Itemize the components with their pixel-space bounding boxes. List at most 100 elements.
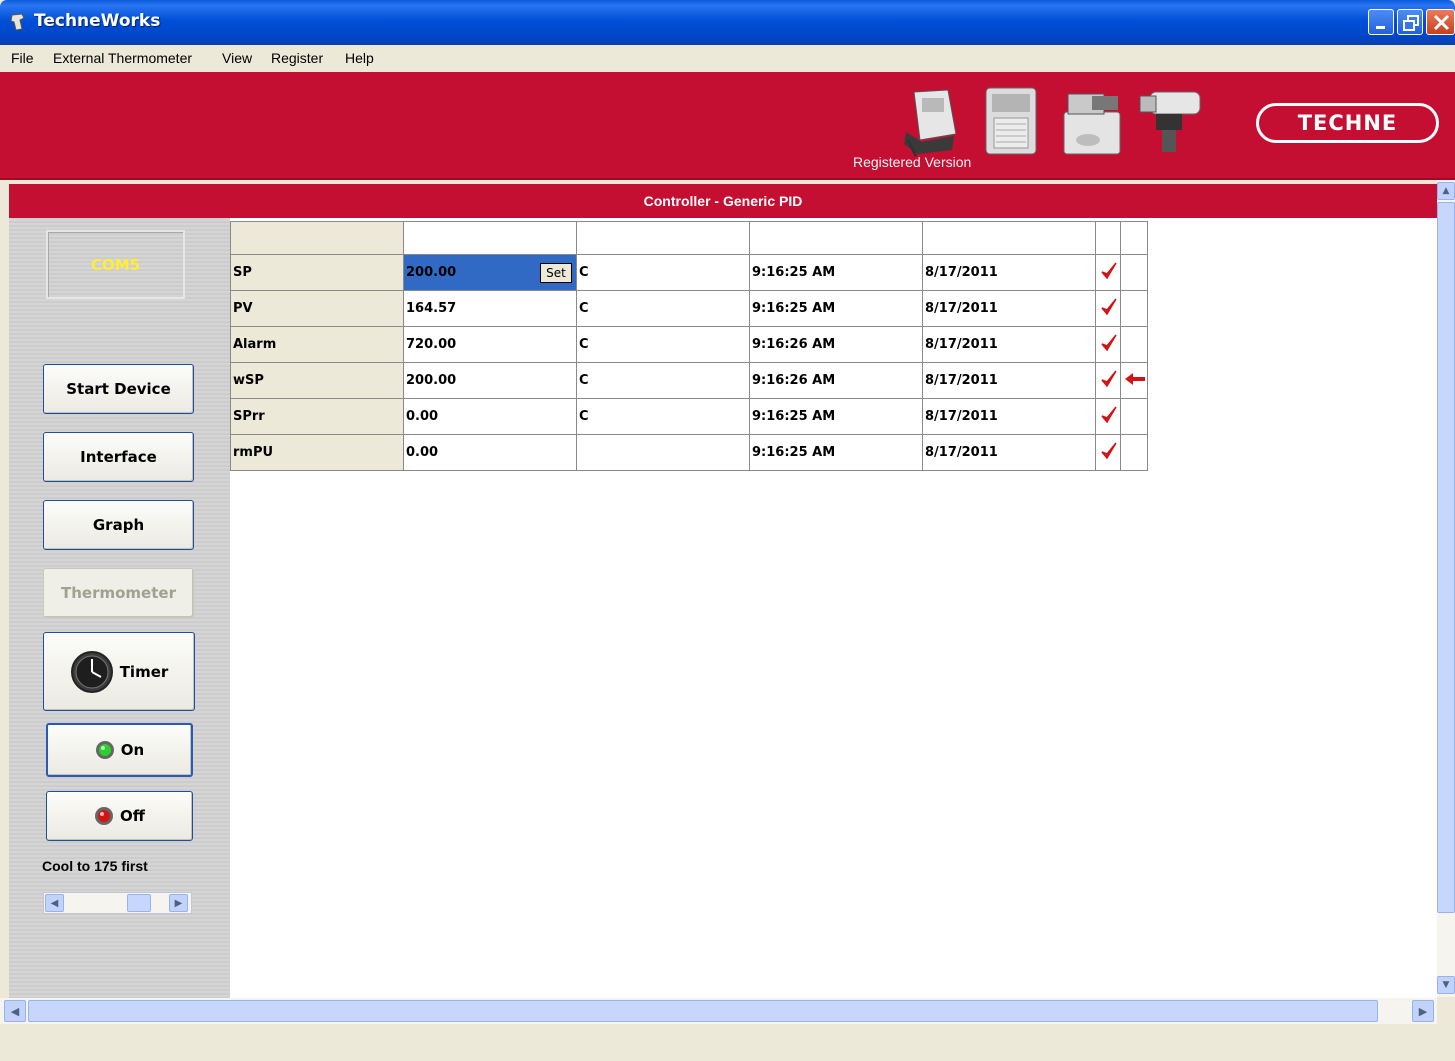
header-cell bbox=[749, 221, 923, 255]
indicator-cell bbox=[1120, 362, 1148, 399]
cool-to-label: Cool to 175 first bbox=[42, 858, 148, 874]
param-name-cell: SP bbox=[230, 254, 404, 291]
vertical-scroll-thumb[interactable] bbox=[1437, 202, 1455, 913]
param-value-cell[interactable]: 720.00 bbox=[403, 326, 577, 363]
parameter-grid: SP 200.00 Set C 9:16:25 AM 8/17/2011 PV 164.57 C… bbox=[230, 221, 1148, 471]
close-button[interactable] bbox=[1426, 9, 1455, 35]
param-value-cell[interactable]: 164.57 bbox=[403, 290, 577, 327]
start-device-label: Start Device bbox=[66, 380, 171, 398]
param-date-cell: 8/17/2011 bbox=[922, 254, 1096, 291]
red-led-icon bbox=[95, 807, 114, 825]
vertical-scrollbar[interactable]: ▲ ▼ bbox=[1437, 180, 1455, 997]
table-row: wSP 200.00 C 9:16:26 AM 8/17/2011 bbox=[230, 362, 1148, 399]
scroll-left-arrow-icon[interactable]: ◀ bbox=[4, 1000, 26, 1022]
param-name-cell: Alarm bbox=[230, 326, 404, 363]
horizontal-scrollbar[interactable]: ◀ ▶ bbox=[0, 998, 1437, 1024]
scroll-right-arrow-icon[interactable]: ▶ bbox=[1412, 1000, 1434, 1022]
param-unit-cell: C bbox=[576, 362, 750, 399]
dry-block-product-image bbox=[904, 89, 957, 157]
horizontal-scroll-thumb[interactable] bbox=[28, 1000, 1378, 1022]
indicator-cell bbox=[1120, 254, 1148, 291]
param-date-cell: 8/17/2011 bbox=[922, 290, 1096, 327]
left-arrow-icon bbox=[1125, 372, 1145, 385]
param-value: 200.00 bbox=[406, 373, 457, 388]
param-time-cell: 9:16:25 AM bbox=[749, 434, 923, 471]
param-unit-cell: C bbox=[576, 326, 750, 363]
param-value: 200.00 bbox=[406, 265, 457, 280]
param-value-cell[interactable]: 0.00 bbox=[403, 434, 577, 471]
param-time-cell: 9:16:25 AM bbox=[749, 290, 923, 327]
check-cell bbox=[1095, 398, 1121, 435]
table-row: rmPU 0.00 9:16:25 AM 8/17/2011 bbox=[230, 434, 1148, 471]
table-row: SP 200.00 Set C 9:16:25 AM 8/17/2011 bbox=[230, 254, 1148, 291]
param-date-cell: 8/17/2011 bbox=[922, 326, 1096, 363]
param-date-cell: 8/17/2011 bbox=[922, 398, 1096, 435]
checkmark-icon bbox=[1101, 334, 1117, 351]
header-cell bbox=[1120, 221, 1148, 255]
param-name-cell: rmPU bbox=[230, 434, 404, 471]
header-cell bbox=[922, 221, 1096, 255]
param-value: 720.00 bbox=[406, 337, 457, 352]
set-button[interactable]: Set bbox=[540, 263, 572, 283]
com-port-indicator: COM5 bbox=[46, 230, 185, 299]
timer-label: Timer bbox=[119, 662, 169, 681]
off-label: Off bbox=[120, 807, 145, 825]
check-cell bbox=[1095, 362, 1121, 399]
on-button[interactable]: On bbox=[46, 723, 193, 777]
param-unit-cell: C bbox=[576, 254, 750, 291]
table-row: SPrr 0.00 C 9:16:25 AM 8/17/2011 bbox=[230, 398, 1148, 435]
param-unit-cell bbox=[576, 434, 750, 471]
check-cell bbox=[1095, 254, 1121, 291]
checkmark-icon bbox=[1101, 370, 1117, 387]
minimize-button[interactable] bbox=[1368, 9, 1394, 35]
menu-bar: File External Thermometer View Register … bbox=[0, 45, 1455, 72]
close-icon bbox=[1433, 14, 1450, 31]
controller-data-area: SP 200.00 Set C 9:16:25 AM 8/17/2011 PV 164.57 C… bbox=[230, 218, 1437, 998]
start-device-button[interactable]: Start Device bbox=[43, 364, 194, 414]
indicator-cell bbox=[1120, 434, 1148, 471]
param-unit-cell: C bbox=[576, 398, 750, 435]
com-port-label: COM5 bbox=[90, 255, 141, 274]
param-value-cell[interactable]: 200.00 bbox=[403, 362, 577, 399]
param-value: 164.57 bbox=[406, 301, 457, 316]
param-time-cell: 9:16:26 AM bbox=[749, 326, 923, 363]
param-date-cell: 8/17/2011 bbox=[922, 362, 1096, 399]
menu-external-thermometer[interactable]: External Thermometer bbox=[53, 50, 192, 66]
bath-product-image bbox=[985, 87, 1037, 155]
interface-button[interactable]: Interface bbox=[43, 432, 194, 482]
cool-scroll-thumb[interactable] bbox=[127, 894, 151, 912]
param-value: 0.00 bbox=[406, 445, 439, 460]
cool-scrollbar[interactable]: ◀ ▶ bbox=[43, 892, 192, 914]
param-value-cell[interactable]: 200.00 Set bbox=[403, 254, 577, 291]
header-cell bbox=[230, 221, 404, 255]
status-bar bbox=[0, 1024, 1455, 1061]
clock-icon bbox=[70, 650, 113, 693]
scroll-up-arrow-icon[interactable]: ▲ bbox=[1437, 182, 1455, 200]
check-cell bbox=[1095, 290, 1121, 327]
techneworks-app-icon bbox=[10, 13, 25, 31]
param-value-cell[interactable]: 0.00 bbox=[403, 398, 577, 435]
green-led-icon bbox=[95, 741, 114, 759]
timer-button[interactable]: Timer bbox=[43, 632, 195, 711]
dip-cooler-product-image bbox=[1139, 91, 1201, 152]
off-button[interactable]: Off bbox=[46, 791, 193, 841]
scroll-left-arrow-icon[interactable]: ◀ bbox=[45, 894, 64, 912]
param-unit-cell: C bbox=[576, 290, 750, 327]
indicator-cell bbox=[1120, 398, 1148, 435]
graph-button[interactable]: Graph bbox=[43, 500, 194, 550]
techne-logo-text: TECHNE bbox=[1297, 111, 1398, 135]
restore-button[interactable] bbox=[1397, 9, 1423, 35]
menu-view[interactable]: View bbox=[222, 50, 252, 66]
menu-register[interactable]: Register bbox=[271, 50, 323, 66]
menu-file[interactable]: File bbox=[11, 50, 34, 66]
param-value: 0.00 bbox=[406, 409, 439, 424]
graph-label: Graph bbox=[92, 516, 145, 534]
menu-help[interactable]: Help bbox=[345, 50, 374, 66]
header-cell bbox=[403, 221, 577, 255]
check-cell bbox=[1095, 326, 1121, 363]
thermometer-button[interactable]: Thermometer bbox=[43, 568, 194, 618]
checkmark-icon bbox=[1101, 406, 1117, 423]
indicator-cell bbox=[1120, 326, 1148, 363]
scroll-down-arrow-icon[interactable]: ▼ bbox=[1437, 976, 1455, 994]
scroll-right-arrow-icon[interactable]: ▶ bbox=[169, 894, 188, 912]
